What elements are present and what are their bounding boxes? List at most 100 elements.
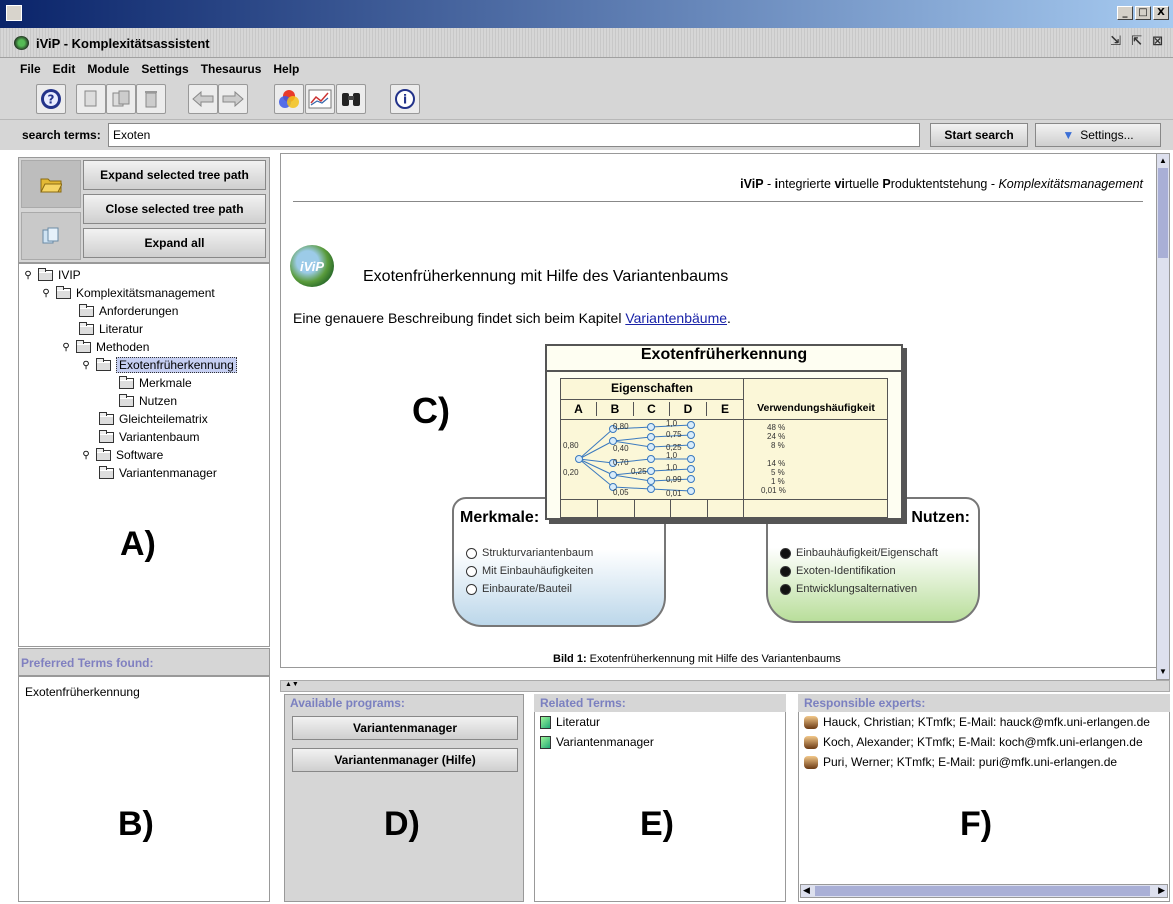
menu-settings[interactable]: Settings (141, 62, 188, 76)
binoculars-icon[interactable] (336, 84, 366, 114)
tree-node-merkmale[interactable]: Merkmale (119, 374, 192, 392)
radio-empty-icon (466, 565, 477, 577)
app-logo-icon (14, 36, 29, 50)
related-term-item[interactable]: Variantenmanager (540, 735, 654, 749)
app-title: iViP - Komplexitätsassistent (36, 36, 210, 51)
colors-icon[interactable] (274, 84, 304, 114)
document-icon[interactable] (21, 212, 81, 260)
folder-icon (119, 375, 134, 389)
maximize-button[interactable]: □ (1135, 6, 1151, 20)
scroll-down-arrow-icon[interactable]: ▼ (1158, 666, 1168, 678)
tree-node-nutzen[interactable]: Nutzen (119, 392, 177, 410)
merkmale-item: Strukturvariantenbaum (466, 547, 593, 559)
tree-node-ivip[interactable]: ⚲ IVIP (23, 266, 81, 284)
variantenmanager-hilfe-button[interactable]: Variantenmanager (Hilfe) (292, 748, 518, 772)
close-frame-button[interactable]: ⊠ (1152, 34, 1163, 49)
related-term-label: Literatur (556, 715, 601, 729)
horizontal-splitter[interactable]: ▲▼ (280, 680, 1170, 692)
scroll-up-arrow-icon[interactable]: ▲ (1158, 155, 1168, 167)
nutzen-item-label: Exoten-Identifikation (796, 565, 896, 577)
content-vertical-scrollbar[interactable]: ▲ ▼ (1156, 153, 1170, 680)
tree-node-gleichteilematrix[interactable]: Gleichteilematrix (99, 410, 208, 428)
person-icon (804, 715, 818, 729)
bullet-filled-icon (780, 547, 791, 559)
preferred-term-item[interactable]: Exotenfrüherkennung (25, 685, 269, 699)
chart-icon[interactable] (305, 84, 335, 114)
column-e: E (720, 402, 729, 416)
info-icon[interactable]: i (390, 84, 420, 114)
close-button[interactable]: X (1153, 6, 1169, 20)
open-folder-icon[interactable] (21, 160, 81, 208)
scroll-right-arrow-icon[interactable]: ▶ (1158, 885, 1165, 896)
folder-icon (38, 267, 53, 281)
experts-horizontal-scrollbar[interactable]: ◀ ▶ (800, 884, 1168, 898)
close-selected-path-button[interactable]: Close selected tree path (83, 194, 266, 224)
tree-node-variantenbaum[interactable]: Variantenbaum (99, 428, 200, 446)
tree-node-exotenfrueherkennung[interactable]: ⚲ Exotenfrüherkennung (81, 356, 237, 374)
menu-module[interactable]: Module (87, 62, 129, 76)
scroll-left-arrow-icon[interactable]: ◀ (803, 885, 810, 896)
folder-icon (99, 465, 114, 479)
tree-value: 0,75 (666, 430, 682, 439)
usage-value: 48 % (767, 423, 786, 432)
nutzen-item: Entwicklungsalternativen (780, 583, 917, 595)
svg-text:i: i (403, 93, 407, 107)
tree-node-label: Anforderungen (99, 304, 179, 318)
folder-icon (99, 429, 114, 443)
tree-value: 1,0 (666, 463, 678, 472)
menu-file[interactable]: File (20, 62, 41, 76)
menu-help[interactable]: Help (273, 62, 299, 76)
related-term-item[interactable]: Literatur (540, 715, 600, 729)
ivip-logo: iViP (290, 245, 334, 287)
tree-node-variantenmanager[interactable]: Variantenmanager (99, 464, 217, 482)
preferred-terms-header: Preferred Terms found: (18, 648, 270, 676)
tree-value: 1,0 (666, 419, 678, 428)
copy-icon[interactable] (76, 84, 106, 114)
search-input[interactable] (108, 123, 920, 147)
tree-node-methoden[interactable]: ⚲ Methoden (61, 338, 149, 356)
tree-node-software[interactable]: ⚲ Software (81, 446, 163, 464)
tree-node-literatur[interactable]: Literatur (79, 320, 143, 338)
expert-item[interactable]: Hauck, Christian; KTmfk; E-Mail: hauck@m… (804, 715, 1150, 729)
card-title-divider (545, 370, 903, 372)
tree-node-label: Komplexitätsmanagement (76, 286, 215, 300)
paste-icon[interactable] (106, 84, 136, 114)
system-menu-icon[interactable] (6, 5, 22, 21)
scrollbar-thumb[interactable] (815, 886, 1150, 896)
tree-node-label: Variantenbaum (119, 430, 200, 444)
expand-all-button[interactable]: Expand all (83, 228, 266, 258)
tree-node-label: Merkmale (139, 376, 192, 390)
expand-selected-path-button[interactable]: Expand selected tree path (83, 160, 266, 190)
tree-node-anforderungen[interactable]: Anforderungen (79, 302, 178, 320)
settings-button[interactable]: ▼ Settings... (1035, 123, 1161, 147)
back-arrow-icon[interactable] (188, 84, 218, 114)
variant-table: Eigenschaften A B C D E Verwendungshäufi… (560, 378, 888, 519)
tree-node-label-selected: Exotenfrüherkennung (116, 357, 237, 373)
caption-label: Bild 1: (553, 653, 587, 665)
iconify-button[interactable]: ⇲ (1110, 34, 1121, 49)
start-search-button[interactable]: Start search (930, 123, 1028, 147)
svg-text:?: ? (48, 93, 55, 107)
minimize-button[interactable]: _ (1117, 6, 1133, 20)
maximize-frame-button[interactable]: ⇱ (1131, 34, 1142, 49)
content-header-line: iViP - integrierte virtuelle Produktents… (293, 177, 1143, 191)
expert-item[interactable]: Puri, Werner; KTmfk; E-Mail: puri@mfk.un… (804, 755, 1117, 769)
desc-end: . (727, 310, 731, 326)
menu-edit[interactable]: Edit (53, 62, 76, 76)
usage-value: 0,01 % (761, 486, 786, 495)
expert-item[interactable]: Koch, Alexander; KTmfk; E-Mail: koch@mfk… (804, 735, 1143, 749)
help-icon[interactable]: ? (36, 84, 66, 114)
pin-icon: ⚲ (42, 287, 50, 299)
tree-node-label: Nutzen (139, 394, 178, 408)
bullet-filled-icon (780, 565, 791, 577)
tree-value: 1,0 (666, 451, 678, 460)
forward-arrow-icon[interactable] (218, 84, 248, 114)
tree-node-komplexitaetsmanagement[interactable]: ⚲ Komplexitätsmanagement (41, 284, 215, 302)
menu-thesaurus[interactable]: Thesaurus (201, 62, 262, 76)
splitter-arrows-icon[interactable]: ▲▼ (285, 681, 299, 688)
variantenbaeume-link[interactable]: Variantenbäume (625, 310, 727, 326)
variantenmanager-button[interactable]: Variantenmanager (292, 716, 518, 740)
delete-icon[interactable] (136, 84, 166, 114)
scrollbar-thumb[interactable] (1158, 168, 1168, 258)
tree-value: 0,40 (613, 444, 629, 453)
